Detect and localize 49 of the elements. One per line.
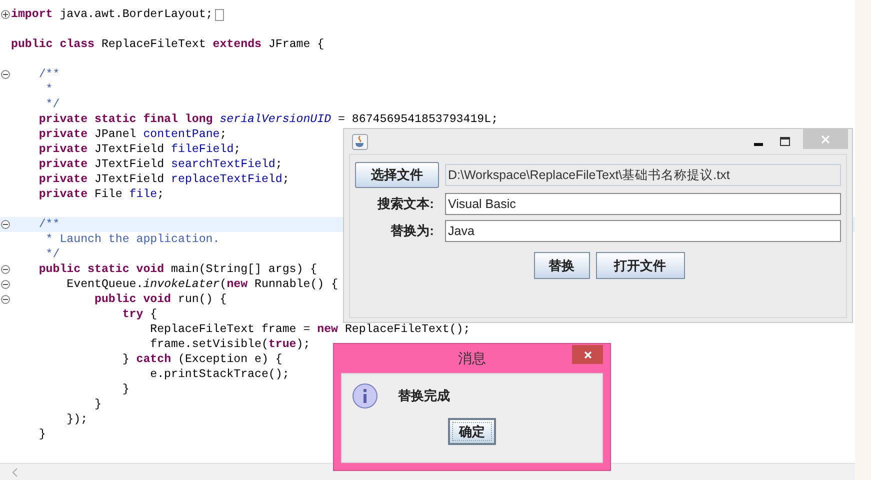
- code-line: public class ReplaceFileText extends JFrame {: [11, 37, 324, 52]
- code-line: }: [38, 427, 46, 442]
- close-icon: [821, 134, 830, 144]
- code-line: try {: [121, 307, 158, 322]
- code-line: */: [44, 97, 60, 112]
- collapse-icon[interactable]: [1, 295, 10, 304]
- code-line: /**: [38, 217, 60, 232]
- code-line: import java.awt.BorderLayout;: [11, 7, 213, 22]
- code-line: }: [93, 397, 102, 412]
- field-label: 替换为:: [390, 222, 434, 240]
- code-line: private JTextField replaceTextField;: [38, 172, 290, 187]
- text-field[interactable]: Visual Basic: [445, 193, 841, 215]
- expand-icon[interactable]: [1, 10, 10, 19]
- code-line: });: [66, 412, 88, 427]
- action-button[interactable]: 打开文件: [596, 252, 684, 279]
- code-line: */: [44, 247, 60, 262]
- code-line: public static void main(String[] args) {: [38, 262, 318, 277]
- code-line: private JTextField searchTextField;: [38, 157, 282, 172]
- code-line: ReplaceFileText frame = new ReplaceFileText();: [149, 322, 470, 337]
- code-line: private JTextField fileField;: [38, 142, 241, 157]
- close-button[interactable]: [572, 345, 603, 364]
- info-icon: [352, 383, 378, 409]
- collapse-icon[interactable]: [1, 265, 10, 274]
- code-line: } catch (Exception e) {: [121, 352, 282, 367]
- maximize-icon[interactable]: [780, 137, 790, 146]
- text-field[interactable]: Java: [445, 220, 841, 242]
- action-button[interactable]: 替换: [534, 252, 590, 279]
- collapse-icon[interactable]: [1, 220, 10, 229]
- java-cup-icon: [352, 134, 368, 150]
- code-line: frame.setVisible(true);: [149, 337, 310, 352]
- code-line: private JPanel contentPane;: [38, 127, 227, 142]
- dialog-message: 替换完成: [398, 387, 450, 406]
- code-line: * Launch the application.: [44, 232, 220, 247]
- close-icon: [584, 350, 592, 358]
- code-line: /**: [38, 67, 60, 82]
- code-line: }: [121, 382, 130, 397]
- collapse-icon[interactable]: [1, 280, 10, 289]
- dialog-title: 消息: [458, 349, 486, 368]
- code-line: public void run() {: [93, 292, 227, 307]
- field-label: 搜索文本:: [376, 195, 434, 214]
- code-line: private static final long serialVersionUID = 8674569541853793419L;: [38, 112, 498, 127]
- collapse-icon[interactable]: [1, 70, 10, 79]
- choose-file-button[interactable]: 选择文件: [355, 162, 439, 188]
- code-line: private File file;: [38, 187, 164, 202]
- code-line: EventQueue.invokeLater(new Runnable() {: [66, 277, 338, 292]
- folded-code-icon[interactable]: [214, 8, 224, 20]
- code-line: e.printStackTrace();: [149, 367, 290, 382]
- ok-button[interactable]: 确定: [448, 418, 496, 445]
- code-line: *: [44, 82, 53, 97]
